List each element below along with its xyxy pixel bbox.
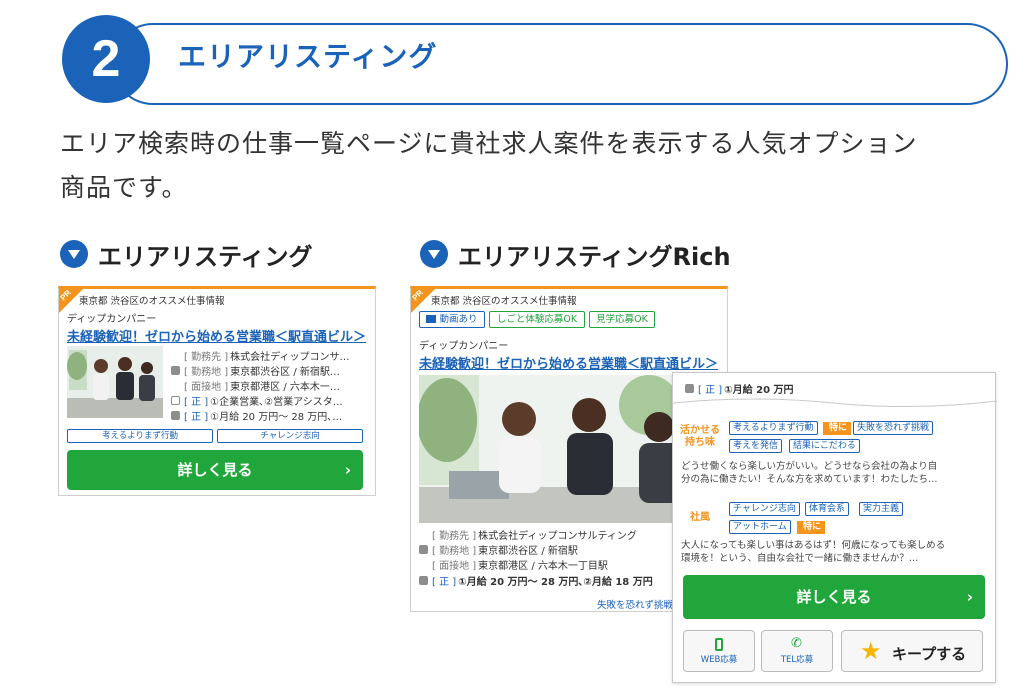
info-row-location: [ 勤務地 ] 東京都渋谷区 / 新宿駅… [171, 363, 340, 378]
strength-tag: 結果にこだわる [789, 439, 860, 453]
section-title: エリアリスティング [178, 40, 438, 73]
info-row-employer: [ 勤務先 ] 株式会社ディップコンサ… [184, 352, 350, 363]
tag-feature: チャレンジ志向 [217, 429, 363, 443]
strength-tag: 考えを発信 [729, 439, 783, 453]
rich-heading: エリアリスティングRich [420, 236, 731, 272]
video-icon [426, 315, 437, 323]
special-badge: 特に [823, 422, 852, 435]
area-label: 東京都 渋谷区のオススメ仕事情報 [431, 296, 577, 307]
feature-label-strengths: 活かせる 持ち味 [680, 425, 720, 448]
strength-description: どうせ働くなら楽しい方がいい。どうせなら会社の為より自 分の為に働きたい！そんな… [681, 461, 938, 485]
map-pin-icon [419, 545, 428, 554]
calendar-icon [171, 396, 180, 405]
job-photo [67, 346, 163, 418]
section-number-badge: 2 [62, 15, 150, 103]
popup-details-button[interactable]: 詳しく見る › [683, 575, 985, 619]
popup-salary-row: [ 正 ] ①月給 20 万円 [685, 381, 794, 396]
job-title-link[interactable]: 未経験歓迎！ゼロから始める営業職＜駅直通ビル＞ [419, 353, 718, 372]
tel-apply-button[interactable]: ✆ TEL応募 [761, 630, 833, 672]
yen-icon [419, 576, 428, 585]
info-row-salary: [ 正 ] ①月給 20 万円〜 28 万円､… [171, 408, 342, 423]
office-photo-illustration [67, 346, 163, 418]
culture-tag: アットホーム [729, 520, 791, 534]
web-apply-button[interactable]: WEB応募 [683, 630, 755, 672]
office-photo-illustration [419, 375, 683, 523]
info-row-location: [ 勤務地 ] 東京都渋谷区 / 新宿駅 [419, 542, 578, 557]
strength-tag: 考えるよりまず行動 [729, 421, 818, 435]
info-row-employer: [ 勤務先 ] 株式会社ディップコンサルティング [432, 531, 637, 542]
standard-listing-card: PR 東京都 渋谷区のオススメ仕事情報 ディップカンパニー 未経験歓迎！ゼロから… [58, 286, 376, 496]
chevron-right-icon: › [344, 461, 351, 479]
section-description: エリア検索時の仕事一覧ページに貴社求人案件を表示する人気オプション 商品です。 [60, 122, 990, 210]
details-button-label: 詳しく見る [177, 461, 253, 479]
peek-tag-text: 失敗を恐れず挑戦 [597, 600, 674, 611]
culture-tag: 体育会系 [805, 502, 850, 516]
culture-tag: 実力主義 [859, 502, 904, 516]
video-button[interactable]: 動画あり [419, 311, 485, 328]
yen-icon [685, 384, 694, 393]
description-line-1: エリア検索時の仕事一覧ページに貴社求人案件を表示する人気オプション [60, 129, 918, 158]
web-apply-label: WEB応募 [700, 655, 738, 665]
map-pin-icon [171, 366, 180, 375]
section-header: 2 エリアリスティング [62, 15, 1008, 119]
company-name: ディップカンパニー [67, 314, 157, 325]
info-row-interview: [ 面接地 ] 東京都港区 / 六本木一… [184, 382, 340, 393]
keep-button[interactable]: ★ キープする [841, 630, 983, 672]
triangle-down-circle-icon [60, 240, 88, 268]
details-button-label: 詳しく見る [796, 588, 872, 606]
info-row-salary: [ 正 ] ①月給 20 万円〜 28 万円､②月給 18 万円 [419, 573, 653, 588]
info-row-job-type: [ 正 ] ①企業営業､②営業アシスタ… [171, 393, 343, 408]
special-badge: 特に [797, 521, 826, 534]
rich-heading-text: エリアリスティングRich [458, 242, 731, 271]
job-title-link[interactable]: 未経験歓迎！ゼロから始める営業職＜駅直通ビル＞ [67, 326, 366, 345]
chevron-right-icon: › [966, 588, 973, 606]
tag-feature: 考えるよりまず行動 [67, 429, 213, 443]
description-line-2: 商品です。 [60, 173, 188, 202]
rich-detail-popup: [ 正 ] ①月給 20 万円 活かせる 持ち味 考えるよりまず行動 特に 失敗… [672, 372, 997, 683]
company-name: ディップカンパニー [419, 341, 509, 352]
keep-label: キープする [892, 645, 967, 663]
info-row-interview: [ 面接地 ] 東京都港区 / 六本木一丁目駅 [432, 561, 608, 572]
section-number: 2 [91, 30, 121, 88]
job-photo [419, 375, 683, 523]
visit-apply-button[interactable]: 見学応募OK [589, 311, 655, 328]
smartphone-icon [715, 638, 723, 651]
star-icon: ★ [860, 637, 882, 665]
culture-description: 大人になっても楽しい事はあるはず！何歳になっても楽しめる 環境を！という、自由な… [681, 540, 946, 564]
wave-divider [673, 398, 997, 408]
phone-icon: ✆ [791, 636, 802, 651]
standard-heading: エリアリスティング [60, 236, 313, 272]
standard-heading-text: エリアリスティング [98, 242, 313, 271]
yen-icon [171, 411, 180, 420]
culture-tag: チャレンジ志向 [729, 502, 800, 516]
details-button[interactable]: 詳しく見る › [67, 450, 363, 490]
feature-label-culture: 社風 [690, 512, 710, 523]
trial-apply-button[interactable]: しごと体験応募OK [489, 311, 585, 328]
area-label: 東京都 渋谷区のオススメ仕事情報 [79, 296, 225, 307]
strength-tag: 失敗を恐れず挑戦 [853, 421, 934, 435]
triangle-down-circle-icon [420, 240, 448, 268]
tel-apply-label: TEL応募 [780, 655, 814, 665]
